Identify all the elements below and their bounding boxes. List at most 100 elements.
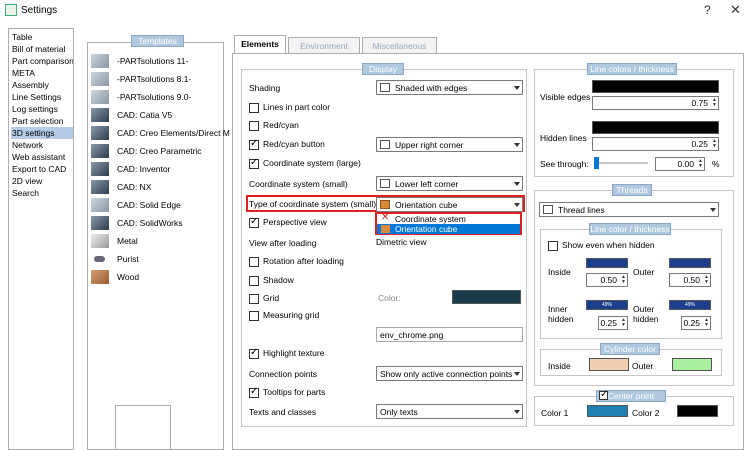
see-through-slider-track[interactable] [594, 162, 648, 164]
template-item[interactable]: CAD: Creo Parametric [91, 142, 223, 160]
close-button[interactable]: ✕ [730, 2, 741, 18]
tab-elements[interactable]: Elements [234, 35, 286, 55]
sidebar-item-line-settings[interactable]: Line Settings [11, 91, 73, 103]
sidebar-item-network[interactable]: Network [11, 139, 73, 151]
template-item[interactable]: Purist [91, 250, 223, 268]
chevron-down-icon [514, 372, 520, 376]
see-through-slider-thumb[interactable] [594, 157, 599, 169]
tooltips-checkbox[interactable] [249, 386, 259, 398]
shadow-checkbox[interactable] [249, 276, 259, 286]
dropdown-option-orientation-cube[interactable]: Orientation cube [377, 224, 520, 234]
grid-color-swatch[interactable] [452, 290, 521, 304]
center-color2-label: Color 2 [632, 408, 660, 418]
template-item[interactable]: -PARTsolutions 9.0- [91, 88, 223, 106]
help-button[interactable]: ? [704, 3, 711, 17]
outer-thread-thickness-input[interactable]: 0.50 ▲ ▼ [669, 273, 711, 287]
templates-list[interactable]: -PARTsolutions 11- -PARTsolutions 8.1- -… [87, 42, 230, 450]
red-cyan-button-select[interactable]: Upper right corner [376, 137, 523, 152]
template-item[interactable]: Wood [91, 268, 223, 286]
spinner-arrows-icon[interactable]: ▲ ▼ [712, 98, 717, 108]
outer-thread-color-swatch[interactable] [669, 258, 711, 268]
view-after-loading-label: View after loading [249, 238, 317, 248]
sidebar-item-log-settings[interactable]: Log settings [11, 103, 73, 115]
sidebar-item-meta[interactable]: META [11, 67, 73, 79]
dropdown-option-coordinate-system[interactable]: ✕ Coordinate system [377, 212, 520, 224]
spinner-arrows-icon[interactable]: ▲ ▼ [704, 275, 709, 285]
template-thumbnail-icon [91, 90, 109, 104]
spinner-arrows-icon[interactable]: ▲ ▼ [712, 139, 717, 149]
sidebar-item-3d-settings[interactable]: 3D settings [11, 127, 73, 139]
show-even-when-hidden-label: Show even when hidden [562, 240, 655, 250]
sidebar-item-search[interactable]: Search [11, 187, 73, 199]
sidebar-item-part-selection[interactable]: Part selection [11, 115, 73, 127]
measuring-grid-checkbox[interactable] [249, 311, 259, 321]
cylinder-inside-color-swatch[interactable] [589, 358, 629, 371]
lines-in-part-color-checkbox[interactable] [249, 103, 259, 113]
sidebar-item-part-comparison[interactable]: Part comparison [11, 55, 73, 67]
hidden-lines-thickness-input[interactable]: 0.25 ▲ ▼ [592, 137, 719, 151]
threads-select[interactable]: Thread lines [539, 202, 719, 217]
red-cyan-button-checkbox[interactable] [249, 138, 259, 150]
outer-hidden-color-swatch[interactable]: 49% [669, 300, 711, 310]
sidebar-item-assembly[interactable]: Assembly [11, 79, 73, 91]
template-item[interactable]: CAD: NX [91, 178, 223, 196]
template-item[interactable]: CAD: Catia V5 [91, 106, 223, 124]
show-even-when-hidden-checkbox[interactable] [548, 241, 558, 251]
lines-in-part-color-label: Lines in part color [263, 102, 331, 112]
visible-edges-color-swatch[interactable] [592, 80, 719, 93]
hidden-lines-color-swatch[interactable] [592, 121, 719, 134]
inside-thread-thickness-input[interactable]: 0.50 ▲ ▼ [586, 273, 628, 287]
shadow-label: Shadow [263, 275, 294, 285]
center-point-checkbox[interactable] [599, 389, 608, 400]
visible-edges-thickness-input[interactable]: 0.75 ▲ ▼ [592, 96, 719, 110]
template-item[interactable]: -PARTsolutions 8.1- [91, 70, 223, 88]
connection-points-select[interactable]: Show only active connection points [376, 366, 523, 381]
outer-hidden-thickness-input[interactable]: 0.25 ▲ ▼ [681, 316, 711, 330]
grid-checkbox[interactable] [249, 294, 259, 304]
settings-category-list[interactable]: Table Bill of material Part comparison M… [8, 28, 74, 450]
highlight-texture-checkbox[interactable] [249, 347, 259, 359]
type-coordinate-system-select[interactable]: Orientation cube [376, 197, 523, 212]
spinner-arrows-icon[interactable]: ▲ ▼ [621, 318, 626, 328]
environment-file-field[interactable]: env_chrome.png [376, 327, 523, 342]
perspective-view-label: Perspective view [263, 217, 327, 227]
inner-hidden-color-swatch[interactable]: 49% [586, 300, 628, 310]
sidebar-item-web-assistant[interactable]: Web assistant [11, 151, 73, 163]
template-item[interactable]: CAD: Inventor [91, 160, 223, 178]
view-after-loading-value[interactable]: Dimetric view [376, 237, 427, 247]
spinner-arrows-icon[interactable]: ▲ ▼ [698, 159, 703, 169]
red-cyan-checkbox[interactable] [249, 121, 259, 131]
type-dropdown-list: ✕ Coordinate system Orientation cube [375, 212, 522, 235]
coordinate-system-small-select[interactable]: Lower left corner [376, 176, 523, 191]
chevron-down-icon [514, 143, 520, 147]
sidebar-item-export-to-cad[interactable]: Export to CAD [11, 163, 73, 175]
template-item[interactable]: CAD: Creo Elements/Direct M [91, 124, 230, 142]
coordinate-system-large-checkbox[interactable] [249, 157, 259, 169]
inside-thread-color-swatch[interactable] [586, 258, 628, 268]
sidebar-item-2d-view[interactable]: 2D view [11, 175, 73, 187]
texts-classes-select[interactable]: Only texts [376, 404, 523, 419]
sidebar-item-bill-of-material[interactable]: Bill of material [11, 43, 73, 55]
spinner-arrows-icon[interactable]: ▲ ▼ [621, 275, 626, 285]
inner-hidden-thickness-input[interactable]: 0.25 ▲ ▼ [598, 316, 628, 330]
cylinder-inside-label: Inside [548, 361, 571, 371]
center-color1-label: Color 1 [541, 408, 569, 418]
close-x-icon: ✕ [381, 212, 390, 223]
sidebar-item-table[interactable]: Table [11, 31, 73, 43]
cylinder-outer-color-swatch[interactable] [672, 358, 712, 371]
template-item[interactable]: -PARTsolutions 11- [91, 52, 223, 70]
texts-classes-label: Texts and classes [249, 407, 317, 417]
template-thumbnail-icon [91, 270, 109, 284]
center-color2-swatch[interactable] [677, 405, 718, 417]
template-item[interactable]: CAD: Solid Edge [91, 196, 223, 214]
spinner-arrows-icon[interactable]: ▲ ▼ [704, 318, 709, 328]
rotation-after-loading-checkbox[interactable] [249, 257, 259, 267]
center-color1-swatch[interactable] [587, 405, 628, 417]
tooltips-label: Tooltips for parts [263, 387, 326, 397]
see-through-input[interactable]: 0.00 ▲ ▼ [655, 157, 705, 171]
cylinder-outer-label: Outer [632, 361, 654, 371]
shading-select[interactable]: Shaded with edges [376, 80, 523, 95]
template-item[interactable]: Metal [91, 232, 223, 250]
perspective-view-checkbox[interactable] [249, 216, 259, 228]
template-item[interactable]: CAD: SolidWorks [91, 214, 223, 232]
